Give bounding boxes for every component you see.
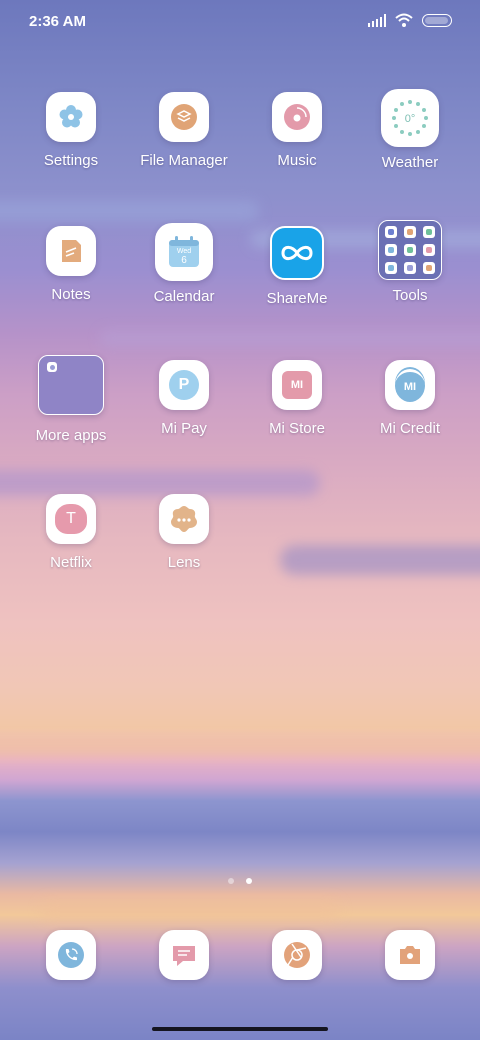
app-label: More apps bbox=[35, 427, 107, 444]
page-dot[interactable] bbox=[228, 878, 234, 884]
phone-icon bbox=[58, 942, 84, 968]
app-settings[interactable]: Settings bbox=[15, 92, 127, 169]
app-label: Mi Store bbox=[269, 420, 325, 437]
mi-pay-icon: P bbox=[159, 360, 209, 410]
app-label: Weather bbox=[381, 154, 439, 171]
dock-messages[interactable] bbox=[159, 930, 209, 980]
app-label: Calendar bbox=[153, 288, 215, 305]
mi-credit-icon: MI bbox=[385, 360, 435, 410]
app-label: Tools bbox=[392, 287, 428, 304]
browser-icon bbox=[284, 942, 310, 968]
app-label: Settings bbox=[43, 152, 99, 169]
app-label: File Manager bbox=[140, 152, 228, 169]
app-label: ShareMe bbox=[266, 290, 328, 307]
app-mi-store[interactable]: MI Mi Store bbox=[241, 360, 353, 437]
status-icons bbox=[368, 13, 452, 27]
app-label: Music bbox=[277, 152, 317, 169]
settings-icon bbox=[46, 92, 96, 142]
app-label: Mi Pay bbox=[161, 420, 207, 437]
camera-icon bbox=[400, 946, 420, 964]
shareme-icon bbox=[270, 226, 324, 280]
app-tools-folder[interactable]: Tools bbox=[354, 220, 466, 304]
weather-value: 0° bbox=[405, 113, 416, 125]
weather-icon: 0° bbox=[381, 89, 439, 147]
status-time: 2:36 AM bbox=[29, 13, 86, 30]
app-shareme[interactable]: ShareMe bbox=[241, 226, 353, 307]
mi-store-icon: MI bbox=[272, 360, 322, 410]
app-mi-pay[interactable]: P Mi Pay bbox=[128, 360, 240, 437]
home-indicator[interactable] bbox=[152, 1027, 328, 1031]
calendar-day: Wed bbox=[177, 248, 191, 255]
signal-icon bbox=[368, 13, 386, 27]
wifi-icon bbox=[395, 13, 413, 27]
file-manager-icon bbox=[159, 92, 209, 142]
page-dot-active[interactable] bbox=[246, 878, 252, 884]
calendar-icon: Wed 6 bbox=[155, 223, 213, 281]
app-file-manager[interactable]: File Manager bbox=[128, 92, 240, 169]
app-label: Lens bbox=[167, 554, 201, 571]
messages-icon bbox=[173, 946, 195, 966]
dock-camera[interactable] bbox=[385, 930, 435, 980]
battery-icon bbox=[422, 13, 452, 27]
dock-browser[interactable] bbox=[272, 930, 322, 980]
page-indicator[interactable] bbox=[0, 878, 480, 884]
app-netflix[interactable]: T Netflix bbox=[15, 494, 127, 571]
app-lens[interactable]: Lens bbox=[128, 494, 240, 571]
dock-phone[interactable] bbox=[46, 930, 96, 980]
folder-icon bbox=[378, 220, 442, 280]
netflix-icon: T bbox=[46, 494, 96, 544]
status-bar: 2:36 AM bbox=[0, 0, 480, 44]
lens-icon bbox=[159, 494, 209, 544]
calendar-date: 6 bbox=[181, 255, 187, 266]
app-label: Notes bbox=[51, 286, 91, 303]
app-mi-credit[interactable]: MI Mi Credit bbox=[354, 360, 466, 437]
notes-icon bbox=[46, 226, 96, 276]
app-more-apps-folder[interactable]: More apps bbox=[15, 355, 127, 444]
app-music[interactable]: Music bbox=[241, 92, 353, 169]
app-notes[interactable]: Notes bbox=[15, 226, 127, 303]
app-calendar[interactable]: Wed 6 Calendar bbox=[128, 223, 240, 305]
folder-icon bbox=[38, 355, 104, 415]
music-icon bbox=[272, 92, 322, 142]
app-weather[interactable]: 0° Weather bbox=[354, 89, 466, 171]
app-label: Netflix bbox=[50, 554, 92, 571]
app-label: Mi Credit bbox=[379, 420, 440, 437]
